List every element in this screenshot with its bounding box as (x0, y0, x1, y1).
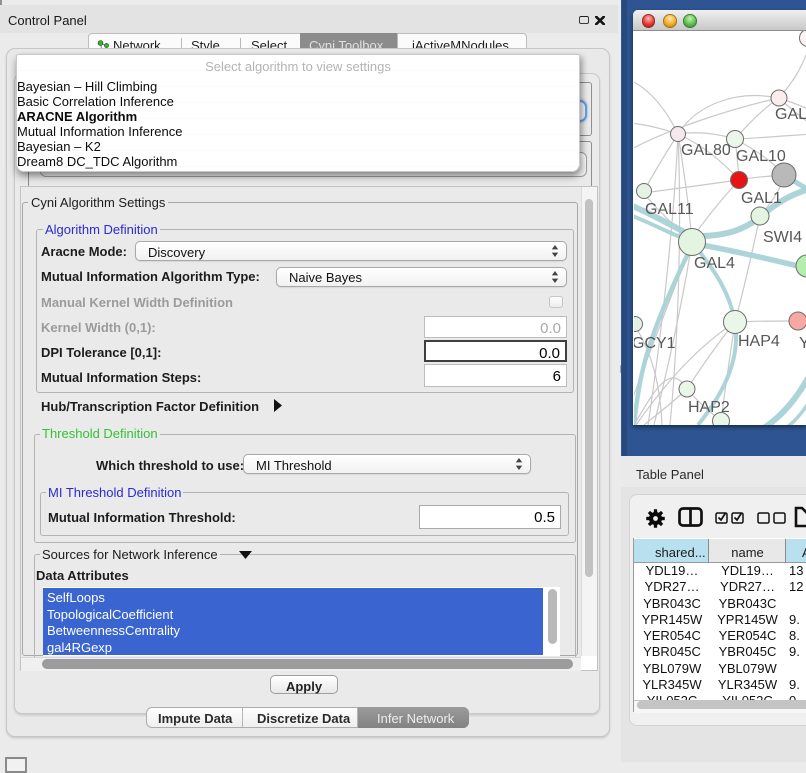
svg-text:Y: Y (799, 335, 806, 352)
svg-text:GAL7: GAL7 (775, 106, 806, 123)
svg-text:GAL11: GAL11 (645, 201, 694, 218)
svg-text:GAL10: GAL10 (736, 148, 786, 165)
svg-text:GCY1: GCY1 (634, 335, 676, 352)
svg-text:SWI4: SWI4 (763, 229, 802, 246)
svg-text:GAL80: GAL80 (681, 142, 731, 159)
svg-text:HAP2: HAP2 (688, 399, 730, 416)
svg-text:GAL1: GAL1 (741, 190, 782, 207)
svg-text:HAP4: HAP4 (738, 333, 780, 350)
svg-text:GAL4: GAL4 (694, 255, 735, 272)
